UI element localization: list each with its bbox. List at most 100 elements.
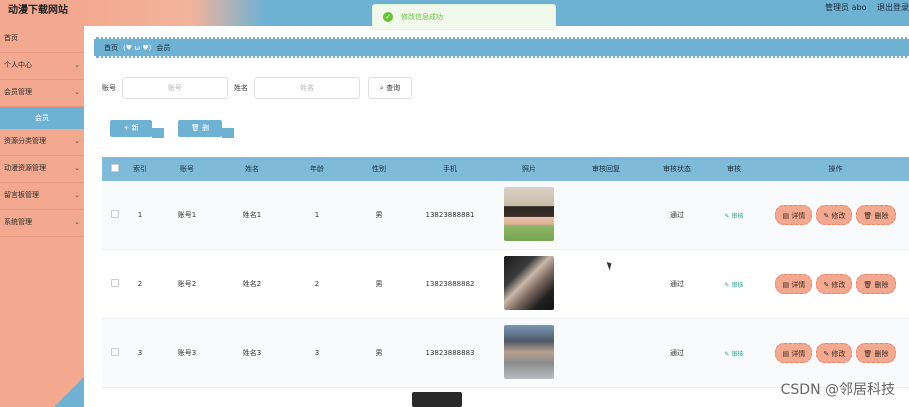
member-photo[interactable] bbox=[504, 187, 554, 241]
cell-photo bbox=[494, 325, 564, 381]
cell-name: 姓名3 bbox=[242, 349, 262, 357]
column-header: 审核状态 bbox=[663, 165, 691, 173]
account-search-input[interactable]: 账号 bbox=[122, 77, 228, 99]
sidebar-item-home[interactable]: 首页 bbox=[0, 26, 84, 53]
row-checkbox[interactable] bbox=[102, 210, 128, 220]
sidebar: 首页 个人中心 ⌄ 会员管理 ⌄ 会员 资源分类管理 ⌄ 动漫资源管理 ⌄ 留言… bbox=[0, 26, 84, 407]
cell-operations: ▤ 详情 ✎ 修改 🗑 删除 bbox=[762, 343, 909, 363]
add-button-label: 新增 bbox=[127, 124, 139, 149]
column-header: 姓名 bbox=[245, 165, 259, 173]
cell-phone: 13823888883 bbox=[425, 349, 475, 357]
admin-user-label[interactable]: 管理员 abo bbox=[825, 3, 866, 12]
header-gradient bbox=[84, 0, 264, 26]
review-link[interactable]: ✎ 审核 bbox=[725, 351, 744, 358]
select-all-checkbox[interactable] bbox=[102, 164, 128, 174]
table-header: 索引 账号 姓名 年龄 性别 手机 照片 审核回复 审核状态 审核 操作 bbox=[102, 157, 909, 181]
column-header: 索引 bbox=[133, 165, 147, 173]
cell-age: 2 bbox=[314, 280, 320, 288]
review-link[interactable]: ✎ 审核 bbox=[725, 282, 744, 289]
button-tail-decoration bbox=[222, 128, 234, 138]
chevron-down-icon: ⌄ bbox=[74, 137, 80, 145]
breadcrumb-current: 会员 bbox=[156, 43, 171, 52]
cell-review-status: 通过 bbox=[670, 280, 684, 288]
cell-operations: ▤ 详情 ✎ 修改 🗑 删除 bbox=[762, 274, 909, 294]
cell-account: 账号3 bbox=[177, 349, 197, 357]
sidebar-item-label: 系统管理 bbox=[4, 218, 32, 226]
chevron-down-icon: ⌄ bbox=[74, 164, 80, 172]
table-row: 3 账号3 姓名3 3 男 13823888883 通过 ✎ 审核 ▤ 详情 ✎… bbox=[102, 319, 909, 388]
cell-index: 3 bbox=[137, 349, 143, 357]
sidebar-item-system[interactable]: 系统管理 ⌄ bbox=[0, 210, 84, 237]
breadcrumb-home[interactable]: 首页 bbox=[104, 43, 118, 53]
member-photo[interactable] bbox=[412, 392, 462, 407]
cell-photo bbox=[494, 187, 564, 243]
query-button[interactable]: ⌕ 查询 bbox=[368, 77, 412, 99]
toast-message: 修改信息成功 bbox=[401, 13, 443, 21]
cell-age: 3 bbox=[314, 349, 320, 357]
member-photo[interactable] bbox=[504, 325, 554, 379]
edit-button[interactable]: ✎ 修改 bbox=[816, 274, 853, 294]
action-bar: + 新增 🗑 删除 bbox=[110, 120, 234, 149]
delete-button[interactable]: 🗑 删除 bbox=[856, 343, 896, 363]
sidebar-item-label: 个人中心 bbox=[4, 61, 32, 69]
app-title: 动漫下载网站 bbox=[0, 0, 84, 26]
header-user-area: 管理员 abo 退出登录 bbox=[817, 2, 909, 13]
cell-sex: 男 bbox=[375, 280, 383, 288]
cell-review: ✎ 审核 bbox=[706, 280, 762, 289]
row-checkbox[interactable] bbox=[102, 279, 128, 289]
column-header: 性别 bbox=[372, 165, 386, 173]
cell-account: 账号1 bbox=[177, 211, 197, 219]
name-label: 姓名 bbox=[234, 84, 248, 92]
cell-age: 1 bbox=[314, 211, 320, 219]
cell-account: 账号2 bbox=[177, 280, 197, 288]
sidebar-item-message-board[interactable]: 留言板管理 ⌄ bbox=[0, 183, 84, 210]
chevron-down-icon: ⌄ bbox=[74, 191, 80, 199]
chevron-down-icon: ⌄ bbox=[74, 61, 80, 69]
bulk-delete-button[interactable]: 🗑 删除 bbox=[178, 120, 222, 149]
row-checkbox[interactable] bbox=[102, 348, 128, 358]
search-form: 账号 账号 姓名 姓名 ⌕ 查询 bbox=[102, 77, 412, 99]
sidebar-item-label: 会员管理 bbox=[4, 88, 32, 96]
detail-button[interactable]: ▤ 详情 bbox=[775, 274, 813, 294]
cell-review-status: 通过 bbox=[670, 349, 684, 357]
sidebar-item-label: 动漫资源管理 bbox=[4, 164, 46, 172]
check-circle-icon: ✓ bbox=[383, 12, 393, 22]
cell-photo bbox=[494, 256, 564, 312]
chevron-down-icon: ⌄ bbox=[74, 88, 80, 96]
column-header: 审核 bbox=[727, 165, 741, 173]
cell-index: 2 bbox=[137, 280, 143, 288]
breadcrumb: 首页 (♥ ω ♥) 会员 bbox=[94, 37, 909, 58]
column-header: 照片 bbox=[522, 165, 536, 173]
detail-button[interactable]: ▤ 详情 bbox=[775, 343, 813, 363]
button-tail-decoration bbox=[152, 128, 164, 138]
breadcrumb-separator: (♥ ω ♥) bbox=[123, 43, 152, 52]
sidebar-item-resource-category[interactable]: 资源分类管理 ⌄ bbox=[0, 129, 84, 156]
detail-button[interactable]: ▤ 详情 bbox=[775, 205, 813, 225]
sidebar-item-label: 留言板管理 bbox=[4, 191, 39, 199]
cell-phone: 13823888881 bbox=[425, 211, 475, 219]
table-row: 2 账号2 姓名2 2 男 13823888882 通过 ✎ 审核 ▤ 详情 ✎… bbox=[102, 250, 909, 319]
edit-button[interactable]: ✎ 修改 bbox=[816, 343, 853, 363]
cell-review: ✎ 审核 bbox=[706, 211, 762, 220]
name-search-input[interactable]: 姓名 bbox=[254, 77, 360, 99]
plus-icon: + bbox=[123, 124, 130, 132]
cell-name: 姓名2 bbox=[242, 280, 262, 288]
sidebar-item-personal-center[interactable]: 个人中心 ⌄ bbox=[0, 53, 84, 80]
delete-button[interactable]: 🗑 删除 bbox=[856, 205, 896, 225]
cell-operations: ▤ 详情 ✎ 修改 🗑 删除 bbox=[762, 205, 909, 225]
member-photo[interactable] bbox=[504, 256, 554, 310]
cell-sex: 男 bbox=[375, 211, 383, 219]
chevron-down-icon: ⌄ bbox=[74, 218, 80, 226]
trash-icon: 🗑 bbox=[190, 124, 200, 132]
delete-button[interactable]: 🗑 删除 bbox=[856, 274, 896, 294]
logout-button[interactable]: 退出登录 bbox=[877, 3, 909, 12]
column-header: 账号 bbox=[180, 165, 194, 173]
sidebar-item-anime-resource[interactable]: 动漫资源管理 ⌄ bbox=[0, 156, 84, 183]
account-label: 账号 bbox=[102, 84, 116, 92]
sidebar-subitem-member[interactable]: 会员 bbox=[0, 107, 84, 129]
add-button[interactable]: + 新增 bbox=[110, 120, 152, 149]
column-header: 手机 bbox=[443, 165, 457, 173]
review-link[interactable]: ✎ 审核 bbox=[725, 213, 744, 220]
edit-button[interactable]: ✎ 修改 bbox=[816, 205, 853, 225]
sidebar-item-member-management[interactable]: 会员管理 ⌄ bbox=[0, 80, 84, 107]
